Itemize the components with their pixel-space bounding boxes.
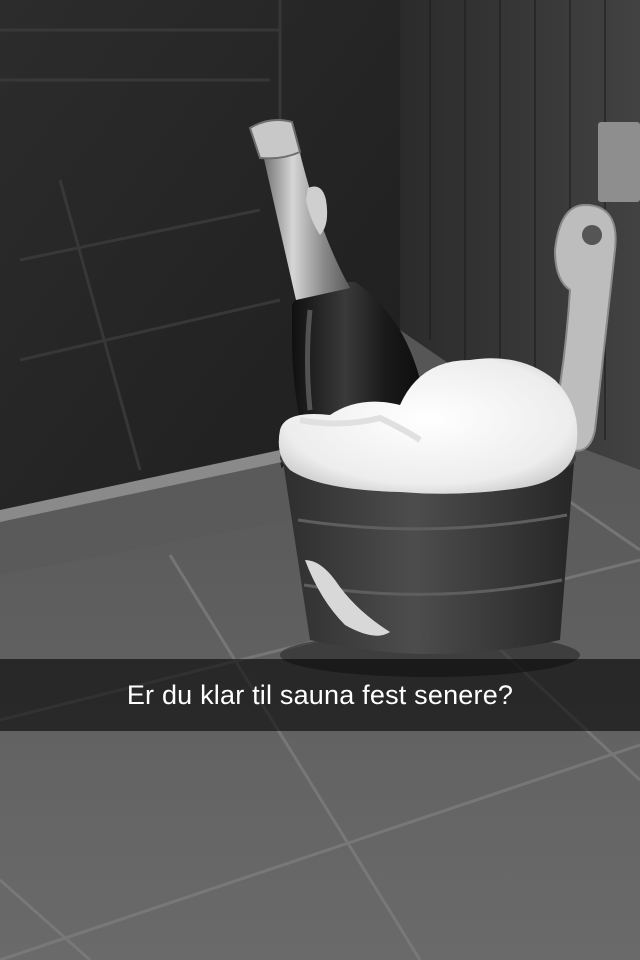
snap-viewer[interactable]: Er du klar til sauna fest senere? [0, 0, 640, 960]
caption-bar[interactable]: Er du klar til sauna fest senere? [0, 659, 640, 731]
snap-photo [0, 0, 640, 960]
caption-text: Er du klar til sauna fest senere? [126, 679, 514, 710]
